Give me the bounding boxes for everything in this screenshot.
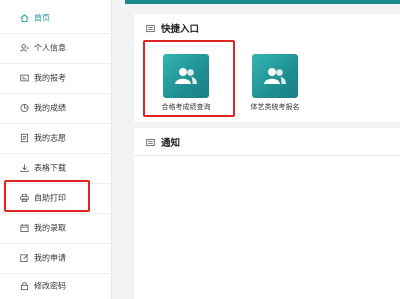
sidebar-item-admission[interactable]: 我的录取 <box>0 213 112 243</box>
sidebar-item-label: 我的成绩 <box>34 103 66 113</box>
users-icon <box>252 54 298 98</box>
sidebar-item-home[interactable]: 首页 <box>0 3 112 33</box>
edit-icon <box>20 254 29 263</box>
divider <box>134 155 400 156</box>
highlight-box-score-query <box>143 40 235 117</box>
home-icon <box>20 14 29 23</box>
sidebar-item-label: 我的志愿 <box>34 133 66 143</box>
quick-entry-title: 快捷入口 <box>146 21 199 35</box>
sidebar-item-label: 表格下载 <box>34 163 66 173</box>
list-icon <box>146 138 155 147</box>
sidebar-item-label: 我的录取 <box>34 223 66 233</box>
document-icon <box>20 133 29 143</box>
notice-title-text: 通知 <box>161 138 181 149</box>
sidebar: 首页 个人信息 我的报考 我的成绩 我的志愿 表格下载 自助打印 我的录取 我的… <box>0 0 112 299</box>
notice-card: 通知 <box>134 128 400 299</box>
list-icon <box>146 24 155 33</box>
sidebar-item-form-download[interactable]: 表格下载 <box>0 153 112 183</box>
sidebar-item-label: 修改密码 <box>34 281 66 291</box>
sidebar-item-change-password[interactable]: 修改密码 <box>0 271 112 299</box>
lock-icon <box>20 282 29 291</box>
highlight-box-self-print <box>4 180 90 212</box>
calendar-icon <box>20 224 29 233</box>
sidebar-item-registration[interactable]: 我的报考 <box>0 63 112 93</box>
notice-title: 通知 <box>146 135 180 149</box>
tile-label: 体艺类统考报名 <box>250 103 300 111</box>
quick-entry-title-text: 快捷入口 <box>161 24 200 35</box>
sidebar-item-label: 个人信息 <box>34 43 66 53</box>
id-card-icon <box>20 74 29 83</box>
user-info-icon <box>20 44 29 53</box>
pie-chart-icon <box>20 103 29 113</box>
sidebar-item-preferences[interactable]: 我的志愿 <box>0 123 112 153</box>
sidebar-item-label: 首页 <box>34 13 50 23</box>
sidebar-item-label: 我的报考 <box>34 73 66 83</box>
sidebar-item-label: 我的申请 <box>34 253 66 263</box>
sidebar-item-personal-info[interactable]: 个人信息 <box>0 33 112 63</box>
sidebar-item-applications[interactable]: 我的申请 <box>0 243 112 273</box>
top-accent-bar <box>125 0 400 4</box>
download-icon <box>20 164 29 173</box>
tile-sports-arts-exam-registration[interactable]: 体艺类统考报名 <box>236 52 312 122</box>
sidebar-item-scores[interactable]: 我的成绩 <box>0 93 112 123</box>
